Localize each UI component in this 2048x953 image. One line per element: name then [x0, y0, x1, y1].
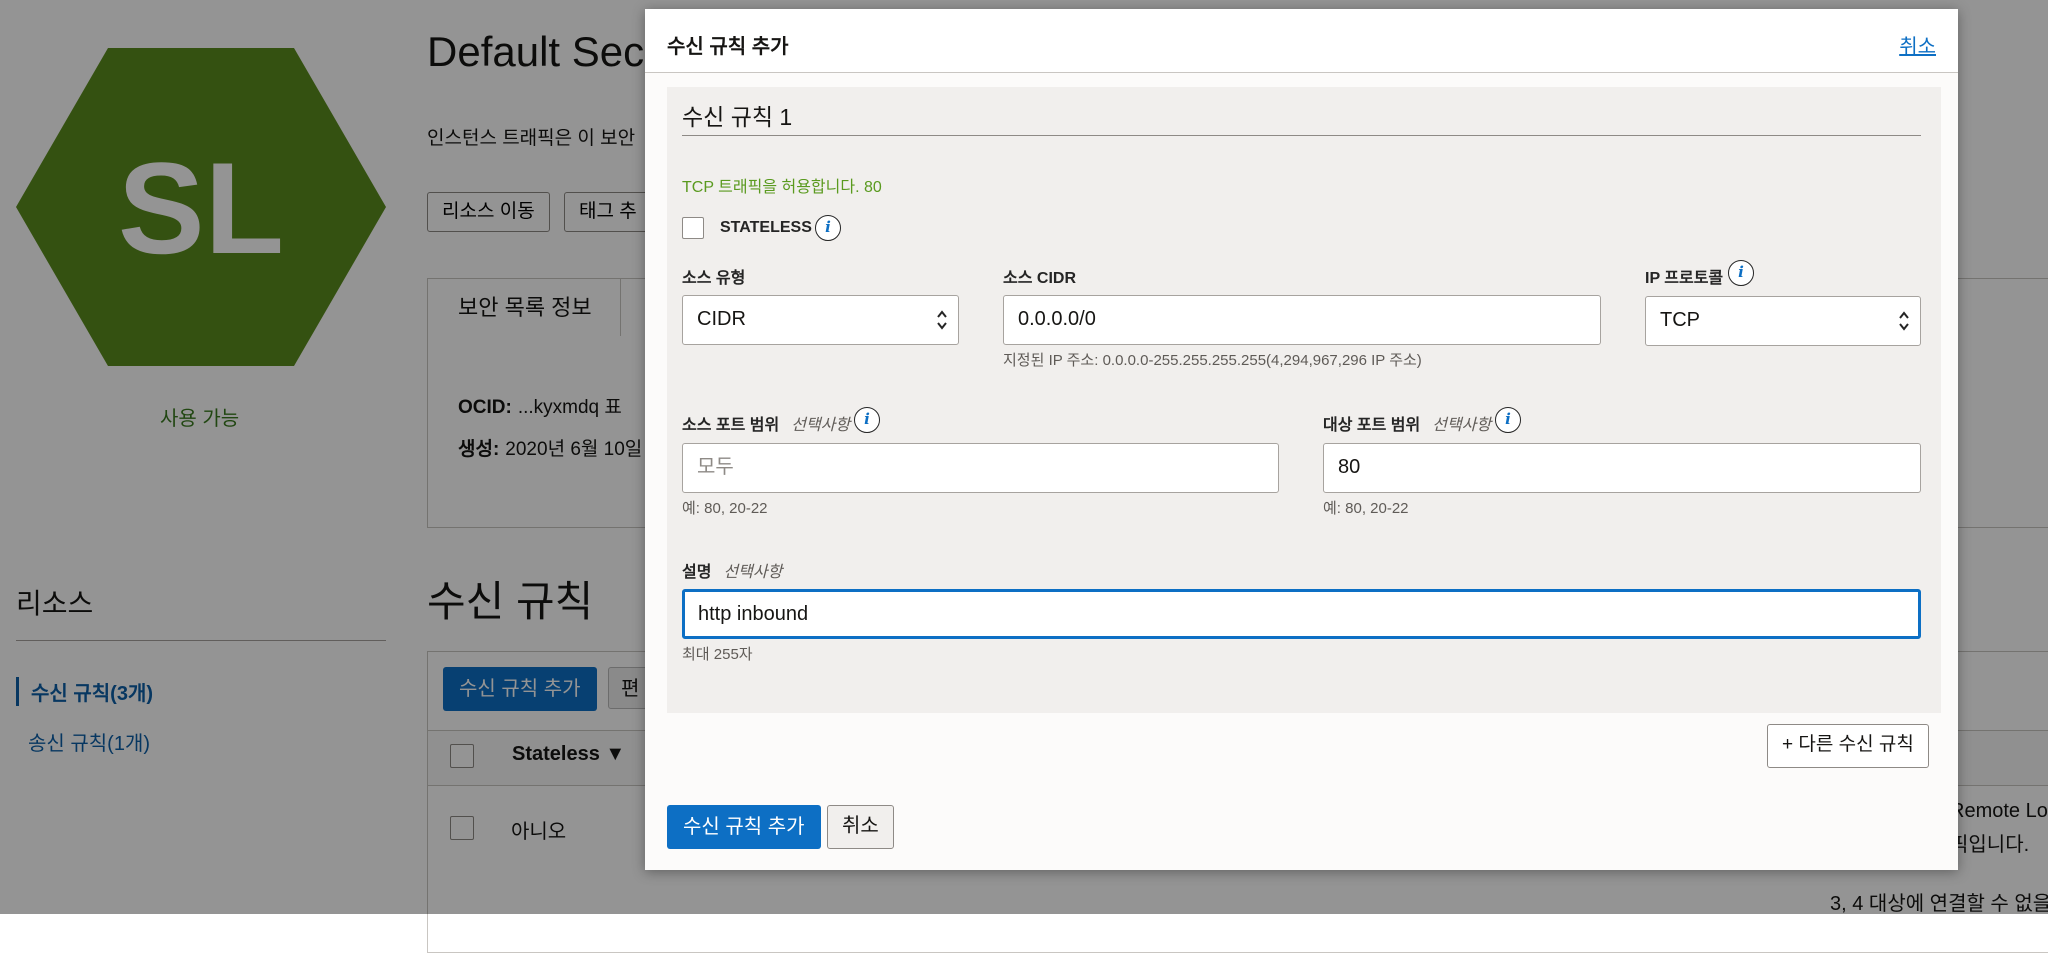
- dest-port-optional: 선택사항: [1432, 417, 1492, 434]
- stateless-checkbox[interactable]: [682, 217, 704, 239]
- stateless-info-icon[interactable]: i: [815, 215, 841, 241]
- add-ingress-rules-dialog: 수신 규칙 추가 취소 수신 규칙 1 TCP 트래픽을 허용합니다. 80 S…: [645, 9, 1958, 870]
- source-type-label: 소스 유형: [682, 270, 746, 287]
- source-cidr-help: 지정된 IP 주소: 0.0.0.0-255.255.255.255(4,294…: [1003, 352, 1422, 369]
- select-arrows-icon: [1899, 311, 1909, 331]
- description-label: 설명 선택사항: [682, 558, 782, 582]
- description-help: 최대 255자: [682, 646, 753, 663]
- rule-summary-hint: TCP 트래픽을 허용합니다. 80: [682, 179, 882, 196]
- source-port-help: 예: 80, 20-22: [682, 500, 768, 517]
- ip-protocol-value: TCP: [1660, 309, 1700, 331]
- cancel-button[interactable]: 취소: [827, 805, 894, 849]
- dest-port-help: 예: 80, 20-22: [1323, 500, 1409, 517]
- add-ingress-rules-button[interactable]: 수신 규칙 추가: [667, 805, 821, 849]
- dialog-header: 수신 규칙 추가 취소: [645, 9, 1958, 73]
- source-type-select[interactable]: CIDR: [682, 295, 959, 345]
- rule-title: 수신 규칙 1: [682, 104, 793, 130]
- source-cidr-input[interactable]: 0.0.0.0/0: [1003, 295, 1601, 345]
- dest-port-label: 대상 포트 범위 선택사항: [1323, 411, 1491, 435]
- rule-title-divider: [682, 135, 1921, 136]
- source-port-optional: 선택사항: [791, 417, 851, 434]
- dest-port-input[interactable]: 80: [1323, 443, 1921, 493]
- source-port-input[interactable]: 모두: [682, 443, 1279, 493]
- cancel-link[interactable]: 취소: [1899, 30, 1936, 59]
- description-optional: 선택사항: [723, 564, 783, 581]
- add-another-rule-button[interactable]: + 다른 수신 규칙: [1767, 724, 1929, 768]
- source-port-label-text: 소스 포트 범위: [682, 417, 780, 434]
- source-port-label: 소스 포트 범위 선택사항: [682, 411, 850, 435]
- ip-protocol-select[interactable]: TCP: [1645, 296, 1921, 346]
- source-cidr-label: 소스 CIDR: [1003, 270, 1076, 287]
- description-label-text: 설명: [682, 564, 712, 581]
- ip-protocol-label: IP 프로토콜: [1645, 270, 1724, 287]
- source-type-value: CIDR: [697, 308, 746, 330]
- ip-protocol-info-icon[interactable]: i: [1728, 260, 1754, 286]
- dialog-title: 수신 규칙 추가: [667, 36, 789, 58]
- select-arrows-icon: [937, 310, 947, 330]
- stateless-label: STATELESS: [720, 219, 812, 236]
- dest-port-info-icon[interactable]: i: [1495, 407, 1521, 433]
- source-port-info-icon[interactable]: i: [854, 407, 880, 433]
- dest-port-label-text: 대상 포트 범위: [1323, 417, 1421, 434]
- description-input[interactable]: http inbound: [682, 589, 1921, 639]
